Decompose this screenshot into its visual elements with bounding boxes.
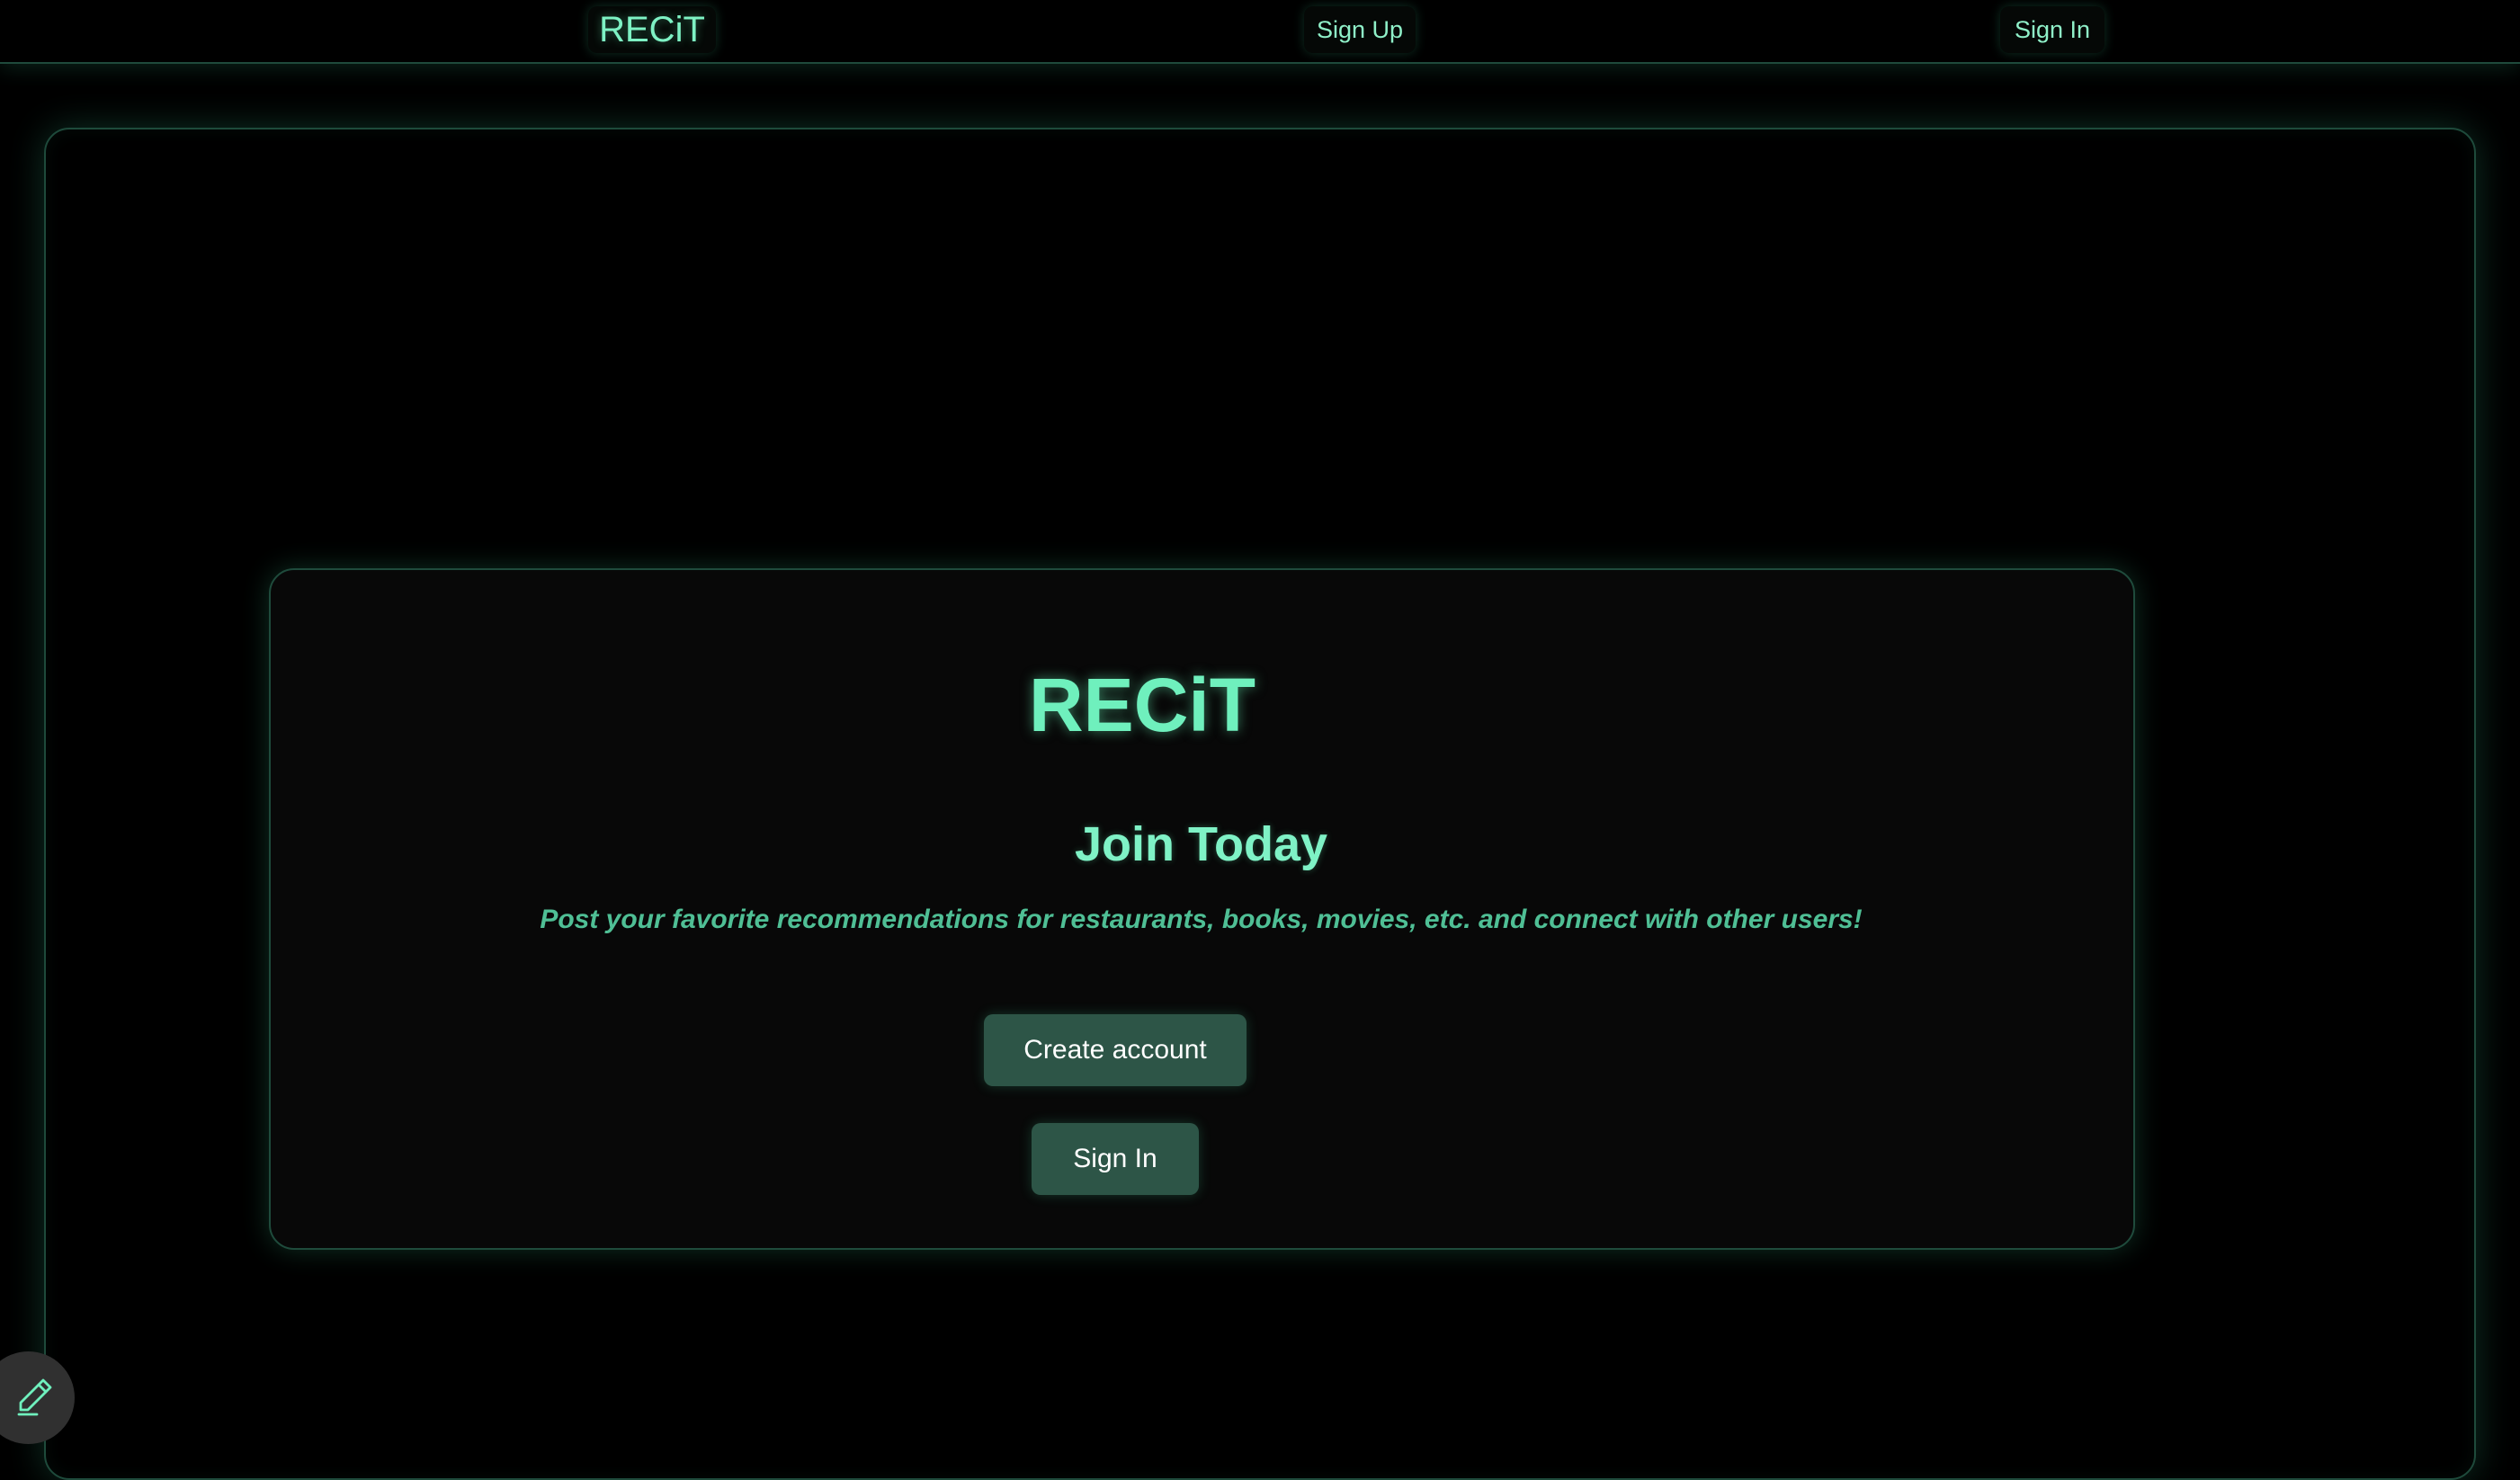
- nav-logo-link[interactable]: RECiT: [588, 6, 716, 53]
- create-account-button[interactable]: Create account: [984, 1014, 1247, 1086]
- sign-in-button[interactable]: Sign In: [1032, 1123, 1199, 1195]
- top-navigation-bar: RECiT Sign Up Sign In: [0, 0, 2520, 64]
- pencil-icon: [17, 1378, 51, 1415]
- nav-sign-up-link[interactable]: Sign Up: [1304, 6, 1416, 53]
- join-heading: Join Today: [1074, 817, 1328, 871]
- card-logo-title: RECiT: [1029, 663, 1256, 747]
- join-tagline: Post your favorite recommendations for r…: [540, 905, 1863, 934]
- nav-sign-in-link[interactable]: Sign In: [2000, 6, 2104, 53]
